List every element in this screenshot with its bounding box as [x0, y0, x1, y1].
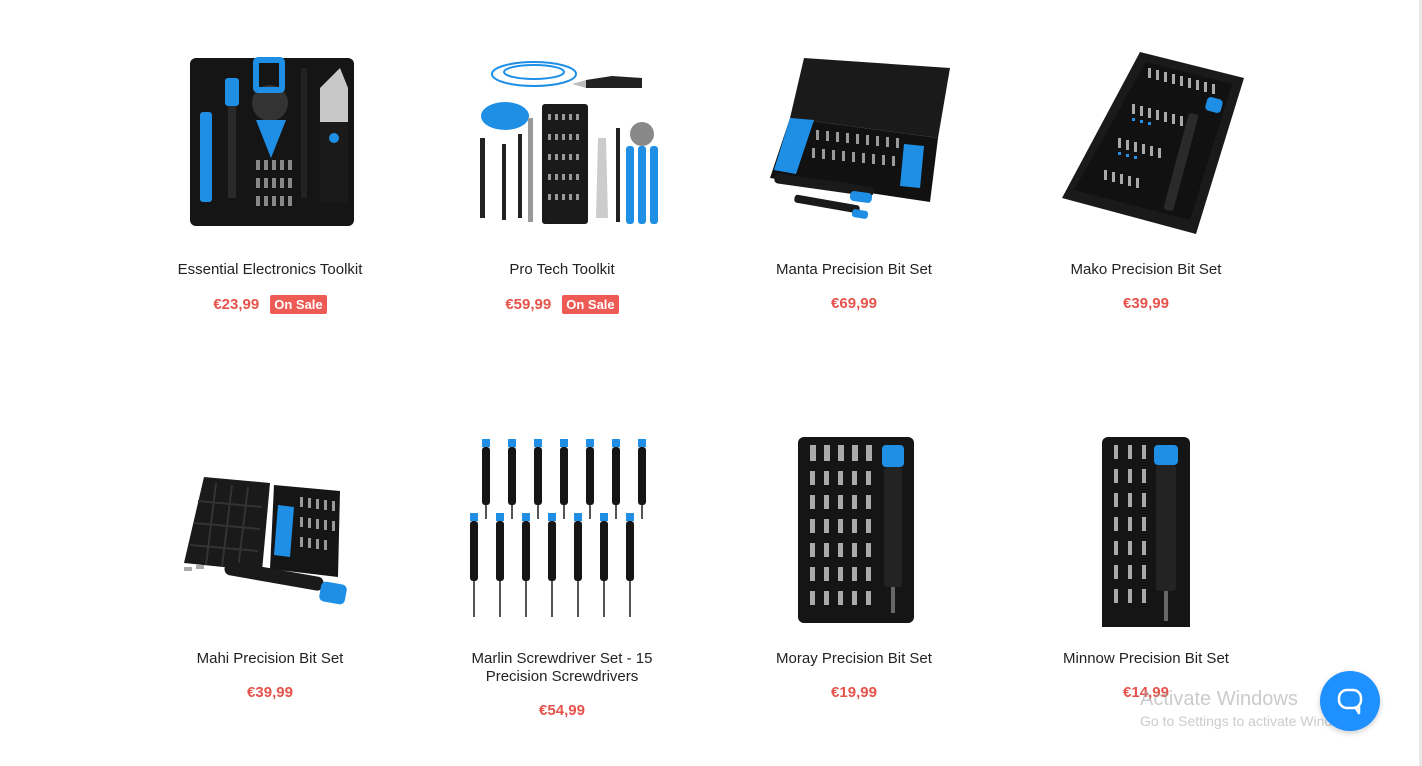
product-image-mako-bit-set[interactable] — [1046, 48, 1246, 238]
price-row: €69,99 — [708, 295, 1000, 312]
product-card[interactable]: Pro Tech Toolkit €59,99 On Sale — [416, 48, 708, 437]
product-image-manta-bit-set[interactable] — [754, 48, 954, 238]
sale-badge: On Sale — [270, 295, 327, 314]
product-title[interactable]: Mako Precision Bit Set — [1000, 261, 1292, 279]
product-title[interactable]: Pro Tech Toolkit — [416, 261, 708, 279]
product-image-marlin-screwdriver-set[interactable] — [462, 437, 662, 627]
sale-badge: On Sale — [562, 295, 619, 314]
product-card[interactable]: Minnow Precision Bit Set €14,99 — [1000, 437, 1292, 766]
product-price: €39,99 — [247, 684, 293, 701]
product-title[interactable]: Marlin Screwdriver Set - 15 Precision Sc… — [416, 650, 708, 686]
product-price: €39,99 — [1123, 295, 1169, 312]
product-card[interactable]: Moray Precision Bit Set €19,99 — [708, 437, 1000, 766]
product-title[interactable]: Mahi Precision Bit Set — [124, 650, 416, 668]
product-title[interactable]: Moray Precision Bit Set — [708, 650, 1000, 668]
product-listing-page: Essential Electronics Toolkit €23,99 On … — [0, 0, 1422, 766]
product-price: €59,99 — [505, 296, 552, 313]
product-title[interactable]: Essential Electronics Toolkit — [124, 261, 416, 279]
product-card[interactable]: Manta Precision Bit Set €69,99 — [708, 48, 1000, 437]
product-grid: Essential Electronics Toolkit €23,99 On … — [124, 48, 1292, 766]
product-card[interactable]: Marlin Screwdriver Set - 15 Precision Sc… — [416, 437, 708, 766]
price-row: €14,99 — [1000, 684, 1292, 701]
product-price: €23,99 — [213, 296, 260, 313]
product-image-essential-toolkit[interactable] — [170, 48, 370, 238]
price-row: €23,99 On Sale — [124, 295, 416, 314]
price-row: €39,99 — [1000, 295, 1292, 312]
price-row: €39,99 — [124, 684, 416, 701]
price-row: €19,99 — [708, 684, 1000, 701]
product-image-pro-tech-toolkit[interactable] — [462, 48, 662, 238]
product-price: €54,99 — [539, 702, 585, 719]
product-image-minnow-bit-set[interactable] — [1046, 437, 1246, 627]
chat-button[interactable] — [1320, 671, 1380, 731]
product-price: €14,99 — [1123, 684, 1169, 701]
product-price: €69,99 — [831, 295, 877, 312]
product-image-moray-bit-set[interactable] — [754, 437, 954, 627]
price-row: €54,99 — [416, 702, 708, 719]
product-title[interactable]: Manta Precision Bit Set — [708, 261, 1000, 279]
product-title[interactable]: Minnow Precision Bit Set — [1000, 650, 1292, 668]
product-card[interactable]: Essential Electronics Toolkit €23,99 On … — [124, 48, 416, 437]
product-card[interactable]: Mako Precision Bit Set €39,99 — [1000, 48, 1292, 437]
price-row: €59,99 On Sale — [416, 295, 708, 314]
product-image-mahi-bit-set[interactable] — [170, 437, 370, 627]
product-card[interactable]: Mahi Precision Bit Set €39,99 — [124, 437, 416, 766]
chat-bubble-icon — [1337, 688, 1363, 715]
product-price: €19,99 — [831, 684, 877, 701]
